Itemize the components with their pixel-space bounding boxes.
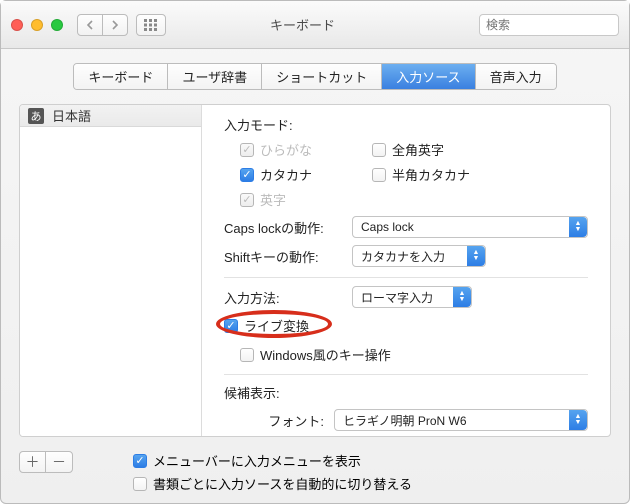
forward-button[interactable]: [102, 14, 128, 36]
source-item-japanese[interactable]: あ 日本語: [20, 105, 201, 127]
select-value: Caps lock: [361, 220, 414, 234]
mode-label: ひらがな: [260, 140, 312, 159]
candidate-display-label: 候補表示:: [224, 383, 588, 402]
stepper-arrows-icon: ▲▼: [569, 217, 587, 237]
titlebar: キーボード: [1, 1, 629, 49]
minimize-button[interactable]: [31, 19, 43, 31]
preferences-window: キーボード キーボード ユーザ辞書 ショートカット 入力ソース 音声入力 あ 日…: [0, 0, 630, 504]
live-conversion-highlight: ライブ変換: [224, 316, 309, 335]
mode-eiji[interactable]: 英字: [240, 190, 286, 209]
shift-action-select[interactable]: カタカナを入力 ▲▼: [352, 245, 486, 267]
stepper-arrows-icon: ▲▼: [467, 246, 485, 266]
checkbox-icon: [240, 348, 254, 362]
checkbox-label: 書類ごとに入力ソースを自動的に切り替える: [153, 474, 412, 493]
checkbox-icon: [133, 477, 147, 491]
back-button[interactable]: [77, 14, 103, 36]
show-input-menu-checkbox[interactable]: メニューバーに入力メニューを表示: [133, 451, 412, 470]
remove-button[interactable]: －: [46, 452, 72, 472]
checkbox-label: ライブ変換: [244, 316, 309, 335]
auto-switch-checkbox[interactable]: 書類ごとに入力ソースを自動的に切り替える: [133, 474, 412, 493]
tab-keyboard[interactable]: キーボード: [74, 64, 168, 89]
mode-label: 全角英字: [392, 140, 444, 159]
traffic-lights: [11, 19, 63, 31]
tab-user-dictionary[interactable]: ユーザ辞書: [168, 64, 262, 89]
tab-dictation[interactable]: 音声入力: [476, 64, 556, 89]
divider: [224, 374, 588, 375]
input-method-label: 入力方法:: [224, 288, 352, 307]
checkbox-icon: [240, 193, 254, 207]
bottom-bar: ＋ － メニューバーに入力メニューを表示 書類ごとに入力ソースを自動的に切り替え…: [1, 445, 629, 503]
chevron-left-icon: [86, 20, 94, 30]
search-input[interactable]: [486, 18, 630, 32]
capslock-action-label: Caps lockの動作:: [224, 218, 352, 237]
checkbox-icon: [240, 143, 254, 157]
source-item-label: 日本語: [52, 106, 91, 125]
checkbox-label: Windows風のキー操作: [260, 345, 391, 364]
chevron-right-icon: [111, 20, 119, 30]
detail-pane: 入力モード: ひらがな 全角英字 カタカナ 半角カタカナ: [202, 105, 610, 436]
windows-key-checkbox[interactable]: Windows風のキー操作: [240, 345, 588, 364]
select-value: カタカナを入力: [361, 248, 445, 265]
japanese-icon: あ: [28, 108, 44, 124]
tab-shortcuts[interactable]: ショートカット: [262, 64, 382, 89]
search-field[interactable]: [479, 14, 619, 36]
capslock-action-select[interactable]: Caps lock ▲▼: [352, 216, 588, 238]
checkbox-icon: [133, 454, 147, 468]
mode-katakana[interactable]: カタカナ: [240, 165, 312, 184]
select-value: ローマ字入力: [361, 289, 433, 306]
source-list[interactable]: あ 日本語: [20, 105, 202, 436]
input-method-select[interactable]: ローマ字入力 ▲▼: [352, 286, 472, 308]
window-title: キーボード: [126, 15, 479, 34]
mode-zenkaku-eiji[interactable]: 全角英字: [372, 140, 444, 159]
add-button[interactable]: ＋: [20, 452, 46, 472]
checkbox-icon: [372, 143, 386, 157]
mode-label: カタカナ: [260, 165, 312, 184]
main-panel: あ 日本語 入力モード: ひらがな 全角英字 カタカナ: [19, 104, 611, 437]
checkbox-icon: [372, 168, 386, 182]
checkbox-icon: [224, 319, 238, 333]
checkbox-label: メニューバーに入力メニューを表示: [153, 451, 361, 470]
tab-input-sources[interactable]: 入力ソース: [382, 64, 475, 89]
checkbox-icon: [240, 168, 254, 182]
mode-label: 半角カタカナ: [392, 165, 470, 184]
shift-action-label: Shiftキーの動作:: [224, 247, 352, 266]
live-conversion-checkbox[interactable]: ライブ変換: [224, 316, 309, 335]
stepper-arrows-icon: ▲▼: [569, 410, 587, 430]
mode-hiragana[interactable]: ひらがな: [240, 140, 312, 159]
mode-label: 英字: [260, 190, 286, 209]
nav-buttons: [77, 14, 128, 36]
tab-bar: キーボード ユーザ辞書 ショートカット 入力ソース 音声入力: [1, 49, 629, 102]
stepper-arrows-icon: ▲▼: [453, 287, 471, 307]
font-select[interactable]: ヒラギノ明朝 ProN W6 ▲▼: [334, 409, 588, 431]
divider: [224, 277, 588, 278]
select-value: ヒラギノ明朝 ProN W6: [343, 412, 467, 429]
add-remove-buttons: ＋ －: [19, 451, 73, 473]
close-button[interactable]: [11, 19, 23, 31]
zoom-button[interactable]: [51, 19, 63, 31]
input-mode-label: 入力モード:: [224, 115, 588, 134]
font-label: フォント:: [260, 411, 334, 430]
mode-hankaku-katakana[interactable]: 半角カタカナ: [372, 165, 470, 184]
